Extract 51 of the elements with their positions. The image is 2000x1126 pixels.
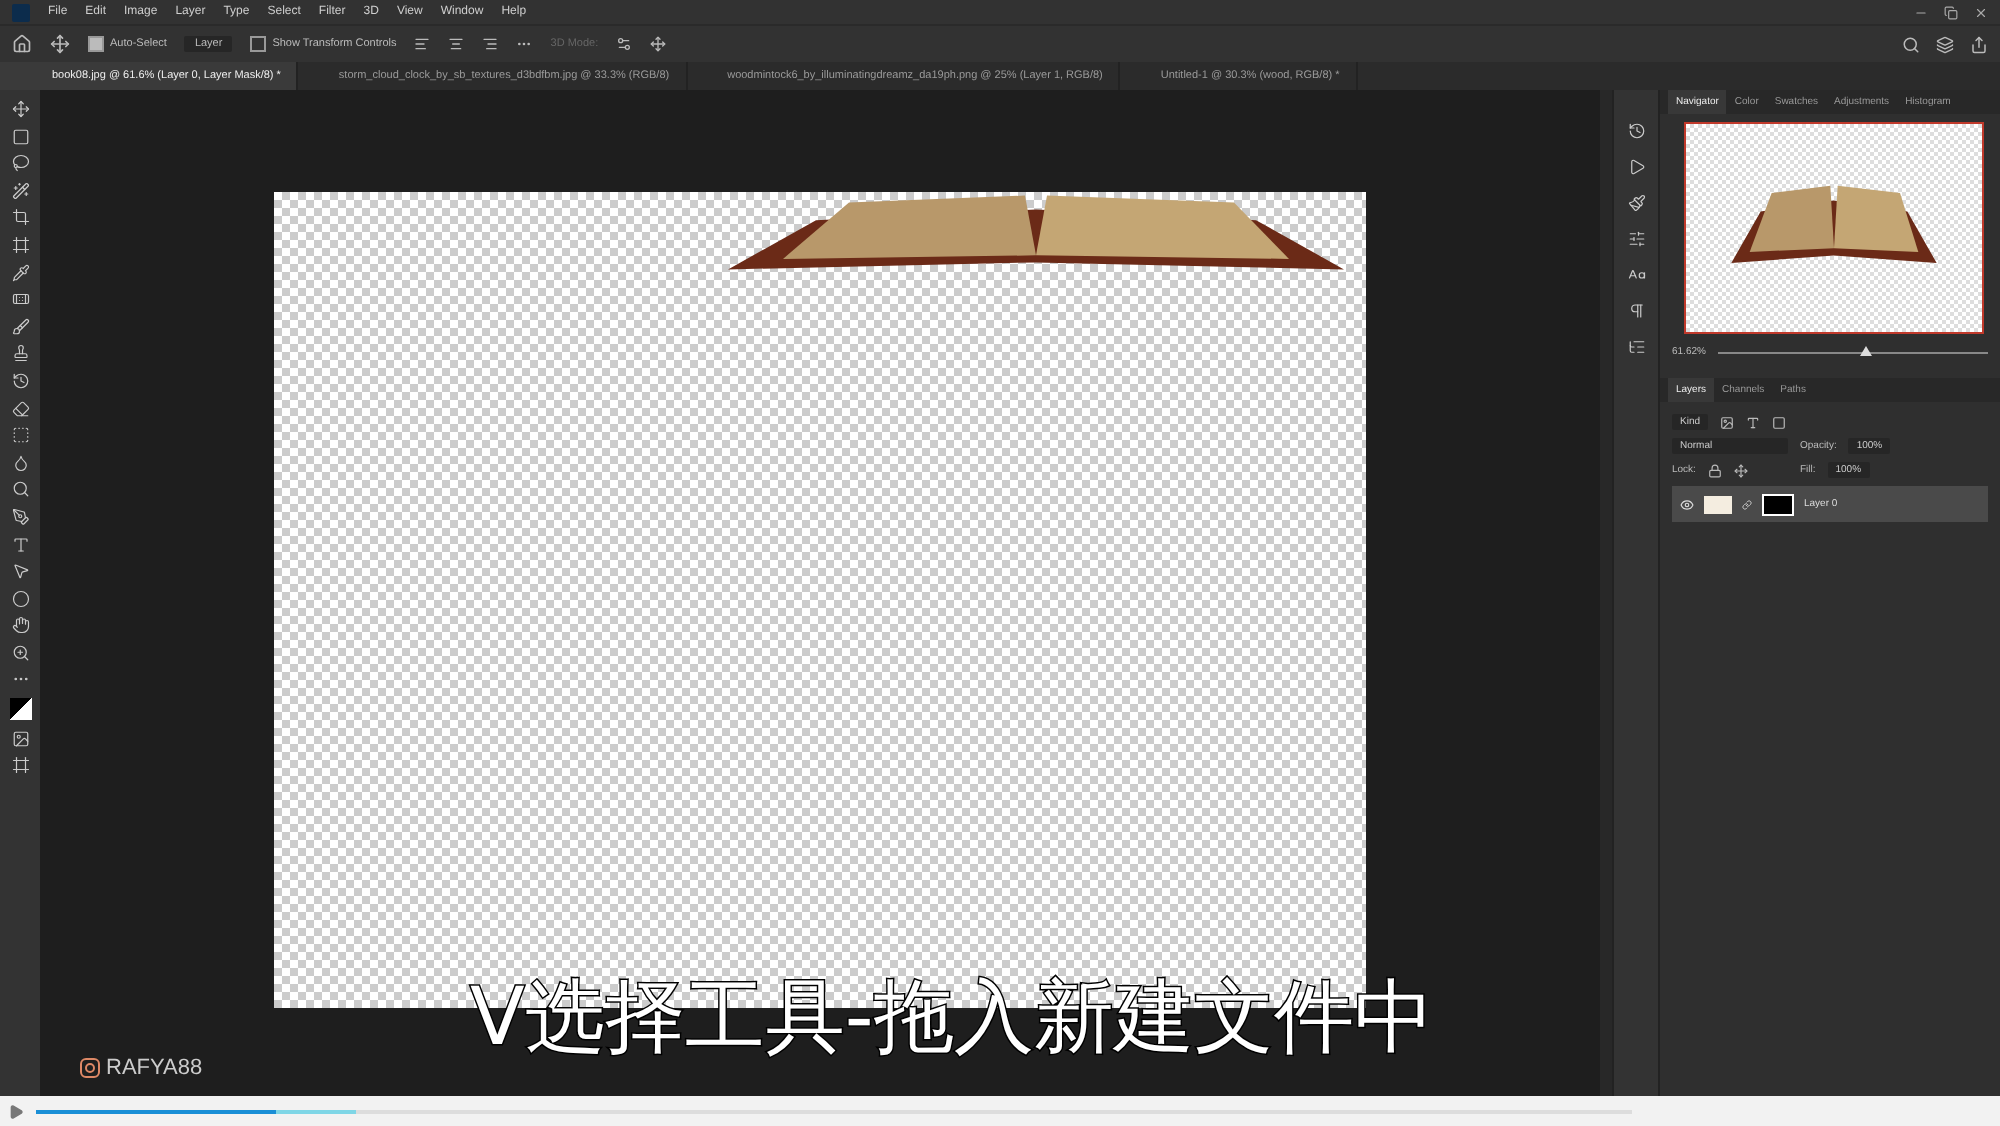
- lock-icon[interactable]: [1707, 463, 1722, 477]
- panel-icon[interactable]: [1627, 338, 1645, 356]
- tool-icon[interactable]: [11, 480, 29, 499]
- mask-thumbnail: [1762, 493, 1794, 515]
- panel-icon[interactable]: [1627, 122, 1645, 140]
- tool-icon[interactable]: [11, 344, 29, 363]
- pan-icon[interactable]: [650, 36, 667, 52]
- tool-icon[interactable]: [11, 154, 29, 173]
- camera-icon: [80, 1058, 100, 1078]
- panel-icon[interactable]: [1627, 230, 1645, 248]
- visibility-icon[interactable]: [1680, 497, 1694, 511]
- lock-position-icon[interactable]: [1733, 463, 1748, 477]
- color-swatch-icon[interactable]: [9, 698, 31, 721]
- tool-icon[interactable]: [11, 208, 29, 227]
- tool-icon[interactable]: [11, 127, 29, 146]
- tool-icon[interactable]: [11, 399, 29, 418]
- close-icon[interactable]: [1974, 5, 1988, 19]
- tool-icon[interactable]: [11, 616, 29, 635]
- type-filter-icon[interactable]: [1746, 415, 1761, 429]
- shape-filter-icon[interactable]: [1772, 415, 1787, 429]
- app-logo: [12, 3, 30, 21]
- tool-icon[interactable]: [11, 507, 29, 526]
- tool-icon[interactable]: [11, 535, 29, 553]
- panel-icon[interactable]: [1627, 302, 1645, 320]
- tool-icon[interactable]: [11, 371, 29, 390]
- tool-icon[interactable]: [11, 235, 29, 254]
- home-icon[interactable]: [12, 34, 32, 54]
- pixel-filter-icon[interactable]: [1720, 415, 1735, 429]
- panel-icon[interactable]: [1627, 158, 1645, 176]
- channel-name: RAFYA88: [106, 1056, 203, 1080]
- tool-icon[interactable]: [11, 426, 29, 445]
- tool-icon[interactable]: [11, 317, 29, 336]
- slider-thumb[interactable]: [1860, 345, 1873, 355]
- share-icon[interactable]: [1970, 35, 1988, 53]
- search-icon[interactable]: [1902, 35, 1920, 53]
- tool-icon[interactable]: [11, 453, 29, 472]
- tool-icon[interactable]: [11, 290, 29, 309]
- align-right-icon[interactable]: [482, 36, 499, 52]
- align-left-icon[interactable]: [414, 36, 431, 52]
- tool-icon[interactable]: [11, 100, 29, 118]
- layer-thumbnail: [1704, 495, 1732, 513]
- restore-icon[interactable]: [1944, 5, 1958, 19]
- tool-icon[interactable]: [11, 643, 29, 662]
- align-center-icon[interactable]: [448, 36, 465, 52]
- tool-icon[interactable]: [11, 181, 29, 200]
- play-button[interactable]: [8, 1103, 24, 1119]
- tool-icon[interactable]: [11, 263, 29, 282]
- panel-icon[interactable]: [1627, 194, 1645, 212]
- workspace-icon[interactable]: [1936, 35, 1954, 53]
- move-tool-icon[interactable]: [50, 34, 70, 54]
- panel-icon[interactable]: [1627, 266, 1645, 284]
